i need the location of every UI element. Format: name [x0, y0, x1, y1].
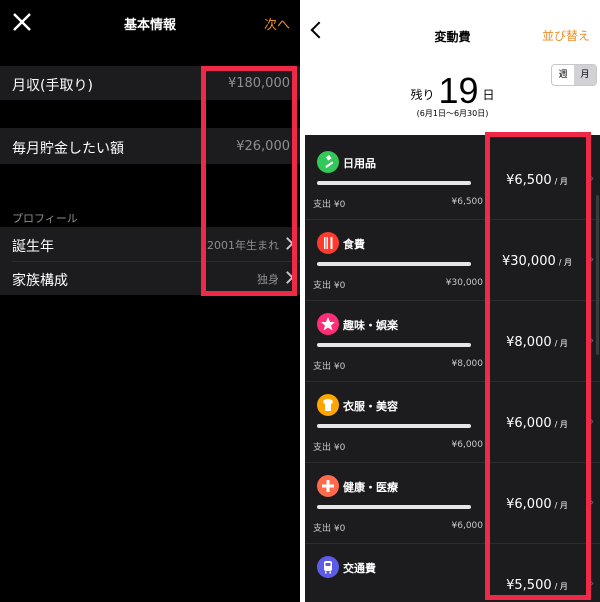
left-nav-bar: 基本情報 次へ [0, 0, 300, 48]
budget-amount-value: ¥30,000 [501, 254, 556, 269]
birth-year-row[interactable]: 誕生年 2001年生まれ [0, 227, 300, 261]
tshirt-icon [317, 394, 339, 416]
category-row[interactable]: 衣服・美容 支出 ¥0 ¥6,000 ¥6,000/ 月 [305, 382, 600, 463]
days-remaining: 残り 19 日 [305, 70, 600, 112]
per-month-unit: / 月 [554, 501, 568, 510]
category-name: 趣味・娯楽 [343, 319, 398, 332]
spent-amount: 支出 ¥0 [313, 524, 346, 534]
scrollbar[interactable] [596, 195, 599, 355]
budget-progress-bar [317, 424, 471, 428]
category-name: 衣服・美容 [343, 400, 398, 413]
budget-cap: ¥6,500 [451, 197, 484, 207]
budget-amount-value: ¥5,500 [506, 578, 552, 593]
budget-progress-bar [317, 181, 471, 185]
variable-costs-screen: 変動費 並び替え 週 月 残り 19 日 (6月1日〜6月30日) 日用品支出 ¥0… [305, 0, 600, 602]
budget-progress-bar [317, 343, 471, 347]
family-row[interactable]: 家族構成 独身 [0, 262, 300, 295]
budget-amount[interactable]: ¥30,000/ 月 [487, 254, 587, 269]
profile-section-label: プロフィール [12, 212, 78, 225]
family-text: 独身 [257, 273, 279, 286]
budget-progress-bar [317, 505, 471, 509]
budget-cap: ¥6,000 [451, 440, 484, 450]
savings-label: 毎月貯金したい額 [12, 141, 124, 157]
budget-amount[interactable]: ¥6,000/ 月 [487, 416, 587, 431]
category-name: 食費 [343, 238, 365, 251]
budget-amount[interactable]: ¥8,000/ 月 [487, 335, 587, 350]
income-value[interactable]: ¥180,000 [228, 76, 290, 91]
family-value: 独身 [257, 271, 294, 287]
date-range: (6月1日〜6月30日) [416, 109, 489, 118]
spent-amount: 支出 ¥0 [313, 200, 346, 210]
per-month-unit: / 月 [554, 339, 568, 348]
category-row[interactable]: 健康・医療 支出 ¥0 ¥6,000 ¥6,000/ 月 [305, 463, 600, 544]
spent-amount: 支出 ¥0 [313, 281, 346, 291]
budget-cap: ¥6,000 [451, 521, 484, 531]
budget-amount-value: ¥6,500 [506, 173, 552, 188]
family-label: 家族構成 [12, 273, 68, 289]
savings-row[interactable]: 毎月貯金したい額 ¥26,000 [0, 128, 300, 164]
per-month-unit: / 月 [558, 258, 572, 267]
budget-amount[interactable]: ¥6,500/ 月 [487, 173, 587, 188]
toothbrush-icon [317, 151, 339, 173]
budget-amount[interactable]: ¥5,500/ 月 [487, 578, 587, 593]
train-icon [317, 556, 339, 578]
birth-year-label: 誕生年 [12, 239, 54, 255]
remaining-prefix: 残り [410, 88, 435, 102]
budget-amount-value: ¥6,000 [506, 497, 552, 512]
spent-amount: 支出 ¥0 [313, 362, 346, 372]
budget-cap: ¥8,000 [451, 359, 484, 369]
next-button[interactable]: 次へ [264, 14, 290, 33]
medical-cross-icon [317, 475, 339, 497]
sort-button[interactable]: 並び替え [542, 27, 590, 44]
savings-value[interactable]: ¥26,000 [236, 139, 290, 154]
birth-year-text: 2001年生まれ [207, 239, 279, 252]
budget-amount-value: ¥8,000 [506, 335, 552, 350]
right-header: 変動費 並び替え 週 月 残り 19 日 (6月1日〜6月30日) [305, 0, 600, 135]
basic-info-screen: 基本情報 次へ 月収(手取り) ¥180,000 毎月貯金したい額 ¥26,00… [0, 0, 300, 602]
per-month-unit: / 月 [554, 177, 568, 186]
category-name: 健康・医療 [343, 481, 398, 494]
remaining-days: 19 [438, 70, 479, 111]
spent-amount: 支出 ¥0 [313, 443, 346, 453]
page-title: 基本情報 [123, 18, 176, 33]
chevron-right-icon [281, 271, 294, 284]
category-row[interactable]: 日用品 支出 ¥0 ¥6,500 ¥6,500/ 月 [305, 139, 600, 220]
category-name: 日用品 [343, 157, 376, 170]
cutlery-icon [317, 232, 339, 254]
budget-cap: ¥30,000 [445, 278, 483, 288]
income-label: 月収(手取り) [12, 78, 93, 94]
per-month-unit: / 月 [554, 582, 568, 591]
budget-amount-value: ¥6,000 [506, 416, 552, 431]
chevron-right-icon [281, 237, 294, 250]
income-row[interactable]: 月収(手取り) ¥180,000 [0, 66, 300, 100]
remaining-suffix: 日 [482, 88, 495, 102]
budget-progress-bar [317, 262, 471, 266]
birth-year-value: 2001年生まれ [207, 237, 294, 253]
category-row[interactable]: 食費 支出 ¥0 ¥30,000 ¥30,000/ 月 [305, 220, 600, 301]
category-row[interactable]: 趣味・娯楽 支出 ¥0 ¥8,000 ¥8,000/ 月 [305, 301, 600, 382]
star-icon [317, 313, 339, 335]
category-row[interactable]: 交通費 ¥5,500/ 月 [305, 544, 600, 602]
category-name: 交通費 [343, 562, 376, 575]
profile-group: 誕生年 2001年生まれ 家族構成 独身 [0, 227, 300, 295]
budget-amount[interactable]: ¥6,000/ 月 [487, 497, 587, 512]
per-month-unit: / 月 [554, 420, 568, 429]
